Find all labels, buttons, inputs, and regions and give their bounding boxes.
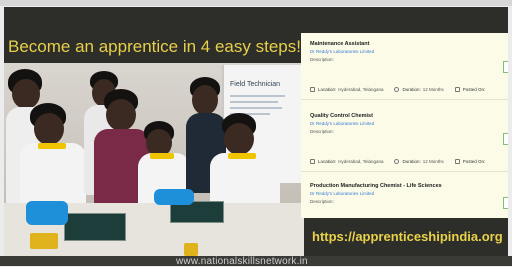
- circuit-board: [64, 213, 126, 241]
- clock-icon: [394, 87, 400, 92]
- apply-button[interactable]: [503, 61, 508, 73]
- apply-button[interactable]: [503, 133, 508, 145]
- location-icon: [310, 159, 315, 164]
- posted-label: Posted On:: [462, 87, 486, 92]
- job-meta: Location: Hyderabad, Telangana Duration:…: [310, 87, 498, 92]
- duration-value: 12 Months: [422, 159, 444, 164]
- multimeter: [184, 243, 198, 256]
- job-card[interactable]: Quality Control Chemist Dr Reddy's Labor…: [310, 113, 508, 169]
- job-meta: Location: Hyderabad, Telangana Duration:…: [310, 159, 498, 164]
- posted-label: Posted On:: [462, 159, 486, 164]
- top-strip: [0, 0, 512, 6]
- company-link[interactable]: Dr Reddy's Laboratories Limited: [310, 191, 506, 196]
- location-icon: [310, 87, 315, 92]
- apply-button[interactable]: [503, 197, 508, 209]
- duration-value: 12 Months: [422, 87, 444, 92]
- blue-glove: [26, 201, 68, 225]
- calendar-icon: [454, 159, 460, 164]
- divider: [301, 99, 508, 100]
- job-description-label: Description:: [310, 57, 334, 62]
- poster-line: [230, 95, 285, 97]
- poster-line: [230, 107, 282, 109]
- video-frame[interactable]: Become an apprentice in 4 easy steps! Fi…: [4, 7, 508, 256]
- job-card[interactable]: Maintenance Assistant Dr Reddy's Laborat…: [310, 41, 508, 97]
- clock-icon: [394, 159, 400, 164]
- job-title[interactable]: Maintenance Assistant: [310, 41, 506, 47]
- website-url[interactable]: https://apprenticeshipindia.org: [312, 229, 503, 244]
- multimeter: [30, 233, 58, 249]
- slide-headline: Become an apprentice in 4 easy steps!: [8, 37, 301, 56]
- watermark-text: www.nationalskillsnetwork.in: [176, 256, 308, 267]
- company-link[interactable]: Dr Reddy's Laboratories Limited: [310, 121, 506, 126]
- calendar-icon: [454, 87, 460, 92]
- company-link[interactable]: Dr Reddy's Laboratories Limited: [310, 49, 506, 54]
- location-label: Location:: [318, 159, 337, 164]
- job-listings-panel: Maintenance Assistant Dr Reddy's Laborat…: [301, 33, 508, 218]
- duration-label: Duration:: [402, 87, 421, 92]
- poster-title: Field Technician: [230, 81, 281, 88]
- poster-line: [230, 101, 278, 103]
- job-description-label: Description:: [310, 129, 334, 134]
- job-title[interactable]: Quality Control Chemist: [310, 113, 506, 119]
- job-card[interactable]: Production Manufacturing Chemist - Life …: [310, 183, 508, 213]
- job-title[interactable]: Production Manufacturing Chemist - Life …: [310, 183, 506, 189]
- location-value: Hyderabad, Telangana: [338, 159, 384, 164]
- blue-glove: [154, 189, 194, 205]
- apprentices-photo: Field Technician: [4, 63, 304, 256]
- duration-label: Duration:: [402, 159, 421, 164]
- location-label: Location:: [318, 87, 337, 92]
- location-value: Hyderabad, Telangana: [338, 87, 384, 92]
- divider: [301, 171, 508, 172]
- job-description-label: Description:: [310, 199, 334, 204]
